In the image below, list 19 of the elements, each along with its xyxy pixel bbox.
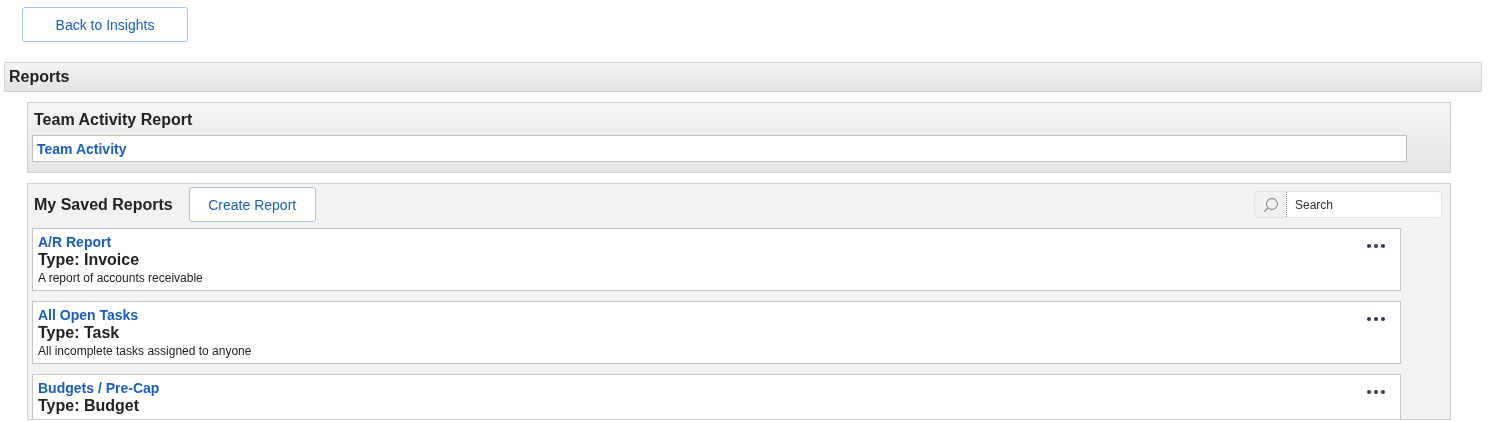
- report-description: All incomplete tasks assigned to anyone: [38, 343, 252, 359]
- panel-title: Team Activity Report: [34, 111, 193, 129]
- section-title: Reports: [9, 68, 70, 86]
- panel-title: My Saved Reports: [34, 195, 173, 214]
- create-report-button[interactable]: Create Report: [188, 187, 316, 222]
- report-description: A report of accounts receivable: [38, 270, 203, 286]
- report-type: Type: Budget: [38, 397, 140, 414]
- report-link[interactable]: All Open Tasks: [38, 307, 139, 323]
- report-type: Type: Invoice: [38, 251, 140, 268]
- more-options-icon[interactable]: [1366, 243, 1386, 249]
- search-field[interactable]: Search: [1254, 191, 1442, 218]
- team-activity-link[interactable]: Team Activity: [37, 140, 127, 157]
- report-type: Type: Task: [38, 324, 120, 341]
- more-options-icon[interactable]: [1366, 389, 1386, 395]
- report-link[interactable]: Budgets / Pre-Cap: [38, 380, 160, 396]
- search-icon: [1262, 196, 1279, 213]
- report-link[interactable]: A/R Report: [38, 234, 112, 250]
- more-options-icon[interactable]: [1366, 316, 1386, 322]
- back-button[interactable]: Back to Insights: [22, 7, 188, 42]
